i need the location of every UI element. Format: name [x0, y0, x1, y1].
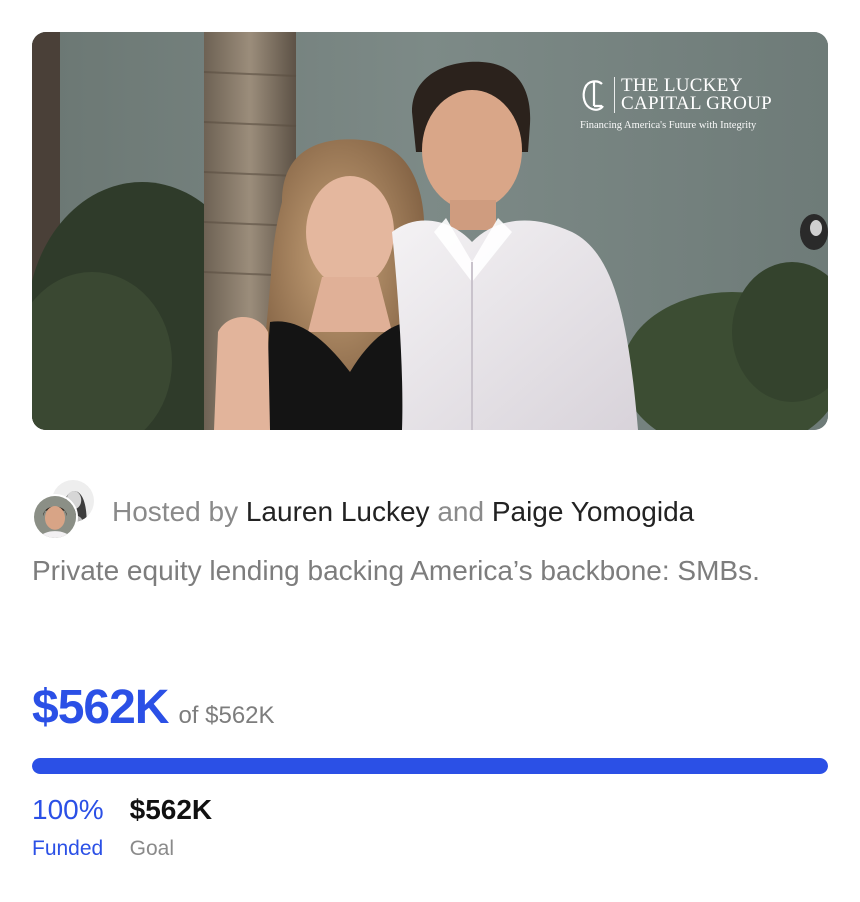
stat-goal: $562K Goal: [130, 792, 213, 864]
campaign-description: Private equity lending backing America’s…: [32, 555, 760, 586]
amount-of-goal: of $562K: [178, 702, 275, 729]
host-name-link-2[interactable]: Paige Yomogida: [492, 496, 694, 527]
funded-percent: 100%: [32, 794, 104, 825]
amount-raised-row: $562K of $562K: [32, 680, 275, 735]
brand-divider: [614, 77, 615, 113]
funding-progress-fill: [32, 758, 828, 774]
host-row: Hosted by Lauren Luckey and Paige Yomogi…: [32, 478, 694, 544]
goal-value: $562K: [129, 794, 213, 825]
avatar-paige-yomogida[interactable]: [32, 494, 78, 540]
stat-funded: 100% Funded: [32, 792, 104, 864]
goal-label: Goal: [129, 837, 174, 860]
hero-image: THE LUCKEY CAPITAL GROUP Financing Ameri…: [32, 32, 828, 430]
funding-progress-bar: [32, 758, 828, 774]
hosted-by-prefix: Hosted by: [112, 496, 239, 527]
host-avatars[interactable]: [32, 478, 102, 544]
amount-raised: $562K: [32, 681, 169, 734]
brand-monogram-icon: [580, 76, 608, 114]
hosted-by-joiner: and: [437, 496, 485, 527]
brand-name-line2: CAPITAL GROUP: [621, 93, 773, 114]
host-name-link-1[interactable]: Lauren Luckey: [246, 496, 430, 527]
funded-label: Funded: [32, 837, 104, 860]
brand-logo: THE LUCKEY CAPITAL GROUP Financing Ameri…: [580, 76, 772, 131]
funding-stats: 100% Funded $562K Goal: [32, 792, 238, 864]
hosted-by-text: Hosted by Lauren Luckey and Paige Yomogi…: [112, 495, 694, 529]
brand-tagline: Financing America's Future with Integrit…: [580, 120, 757, 131]
